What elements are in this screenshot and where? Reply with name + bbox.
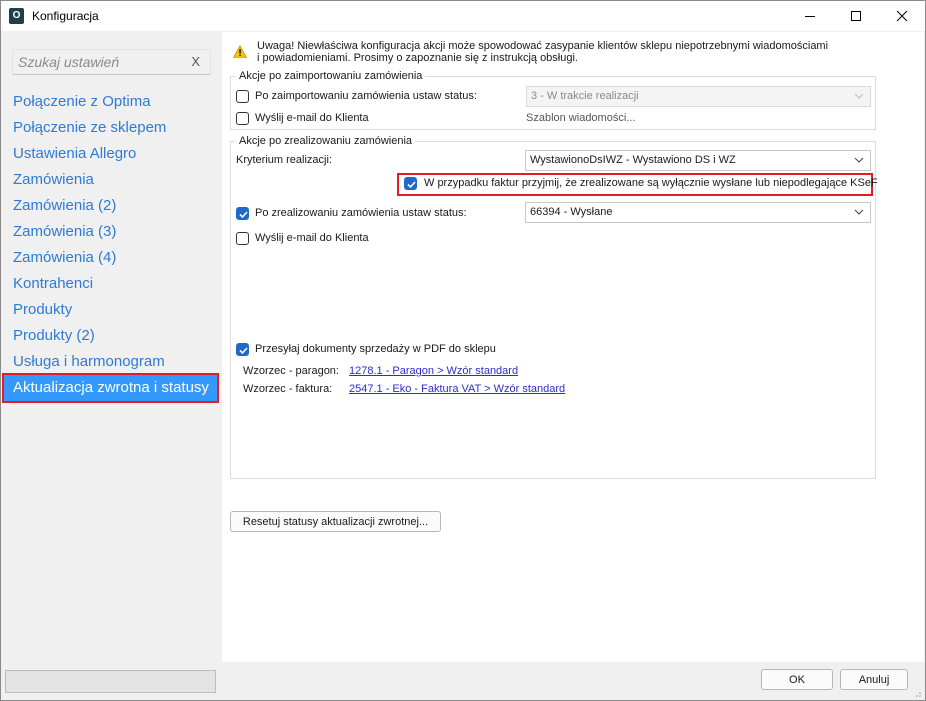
sidebar-item-allegro-settings[interactable]: Ustawienia Allegro xyxy=(3,141,218,167)
sidebar-item-optima-connection[interactable]: Połączenie z Optima xyxy=(3,89,218,115)
chevron-down-icon xyxy=(854,209,864,215)
app-icon: O xyxy=(9,8,24,24)
checkmark-icon xyxy=(239,211,248,219)
sidebar-item-shop-connection[interactable]: Połączenie ze sklepem xyxy=(3,115,218,141)
send-pdf-checkbox[interactable] xyxy=(236,343,249,356)
criterion-label: Kryterium realizacji: xyxy=(236,154,332,166)
realize-set-status-checkbox[interactable] xyxy=(236,207,249,220)
criterion-value: WystawionoDsIWZ - Wystawiono DS i WZ xyxy=(530,154,736,166)
search-input[interactable] xyxy=(15,52,185,72)
minimize-icon xyxy=(805,16,815,17)
receipt-template-label: Wzorzec - paragon: xyxy=(243,365,339,377)
sidebar-item-contractors[interactable]: Kontrahenci xyxy=(3,271,218,297)
maximize-icon xyxy=(851,11,861,21)
chevron-down-icon xyxy=(854,157,864,163)
ksef-checkbox[interactable] xyxy=(404,177,417,190)
maximize-button[interactable] xyxy=(833,1,879,31)
import-status-select[interactable]: 3 - W trakcie realizacji xyxy=(526,86,871,107)
cancel-button[interactable]: Anuluj xyxy=(840,669,908,690)
import-set-status-checkbox[interactable] xyxy=(236,90,249,103)
send-pdf-label: Przesyłaj dokumenty sprzedaży w PDF do s… xyxy=(255,343,496,355)
title-bar: O Konfiguracja xyxy=(1,1,925,31)
search-clear-button[interactable]: X xyxy=(191,54,200,69)
settings-panel: Uwaga! Niewłaściwa konfiguracja akcji mo… xyxy=(222,32,924,662)
realize-send-email-checkbox[interactable] xyxy=(236,232,249,245)
close-button[interactable] xyxy=(879,1,925,31)
import-actions-legend: Akcje po zaimportowaniu zamówienia xyxy=(239,70,423,82)
import-send-email-checkbox[interactable] xyxy=(236,112,249,125)
checkmark-icon xyxy=(239,347,248,355)
ok-button[interactable]: OK xyxy=(761,669,833,690)
config-window: O Konfiguracja X Połączenie z Optima Poł… xyxy=(0,0,926,701)
import-status-value: 3 - W trakcie realizacji xyxy=(531,90,639,102)
sidebar-item-orders[interactable]: Zamówienia xyxy=(3,167,218,193)
settings-sidebar: X Połączenie z Optima Połączenie ze skle… xyxy=(2,32,222,700)
import-set-status-label: Po zaimportowaniu zamówienia ustaw statu… xyxy=(255,90,477,102)
minimize-button[interactable] xyxy=(787,1,833,31)
reset-statuses-button[interactable]: Resetuj statusy aktualizacji zwrotnej... xyxy=(230,511,441,532)
checkmark-icon xyxy=(407,181,416,189)
sidebar-item-products[interactable]: Produkty xyxy=(3,297,218,323)
sidebar-item-products-2[interactable]: Produkty (2) xyxy=(3,323,218,349)
realize-send-email-label: Wyślij e-mail do Klienta xyxy=(255,232,369,244)
receipt-template-link[interactable]: 1278.1 - Paragon > Wzór standard xyxy=(349,365,518,377)
warning-message: Uwaga! Niewłaściwa konfiguracja akcji mo… xyxy=(257,40,877,64)
resize-grip-icon xyxy=(916,692,921,697)
import-send-email-label: Wyślij e-mail do Klienta xyxy=(255,112,369,124)
realization-actions-legend: Akcje po zrealizowaniu zamówienia xyxy=(239,135,413,147)
warning-icon xyxy=(232,44,248,61)
chevron-down-icon xyxy=(854,93,864,99)
resize-grip[interactable] xyxy=(912,687,922,697)
window-title: Konfiguracja xyxy=(32,9,99,23)
warning-line-1: Uwaga! Niewłaściwa konfiguracja akcji mo… xyxy=(257,40,829,52)
search-box: X xyxy=(12,49,211,75)
close-icon xyxy=(896,10,908,22)
sidebar-status-bar xyxy=(5,670,216,693)
realize-status-select[interactable]: 66394 - Wysłane xyxy=(525,202,871,223)
realize-status-value: 66394 - Wysłane xyxy=(530,206,613,218)
message-template-link[interactable]: Szablon wiadomości... xyxy=(526,112,635,124)
realize-set-status-label: Po zrealizowaniu zamówienia ustaw status… xyxy=(255,207,467,219)
criterion-select[interactable]: WystawionoDsIWZ - Wystawiono DS i WZ xyxy=(525,150,871,171)
sidebar-item-orders-4[interactable]: Zamówienia (4) xyxy=(3,245,218,271)
ksef-label: W przypadku faktur przyjmij, że zrealizo… xyxy=(424,177,878,189)
sidebar-item-service-schedule[interactable]: Usługa i harmonogram xyxy=(3,349,218,375)
sidebar-item-orders-2[interactable]: Zamówienia (2) xyxy=(3,193,218,219)
warning-line-2: i powiadomieniami. Prosimy o zapoznanie … xyxy=(257,52,578,64)
sidebar-item-feedback-statuses[interactable]: Aktualizacja zwrotna i statusy xyxy=(2,373,219,403)
invoice-template-label: Wzorzec - faktura: xyxy=(243,383,333,395)
invoice-template-link[interactable]: 2547.1 - Eko - Faktura VAT > Wzór standa… xyxy=(349,383,565,395)
sidebar-item-orders-3[interactable]: Zamówienia (3) xyxy=(3,219,218,245)
